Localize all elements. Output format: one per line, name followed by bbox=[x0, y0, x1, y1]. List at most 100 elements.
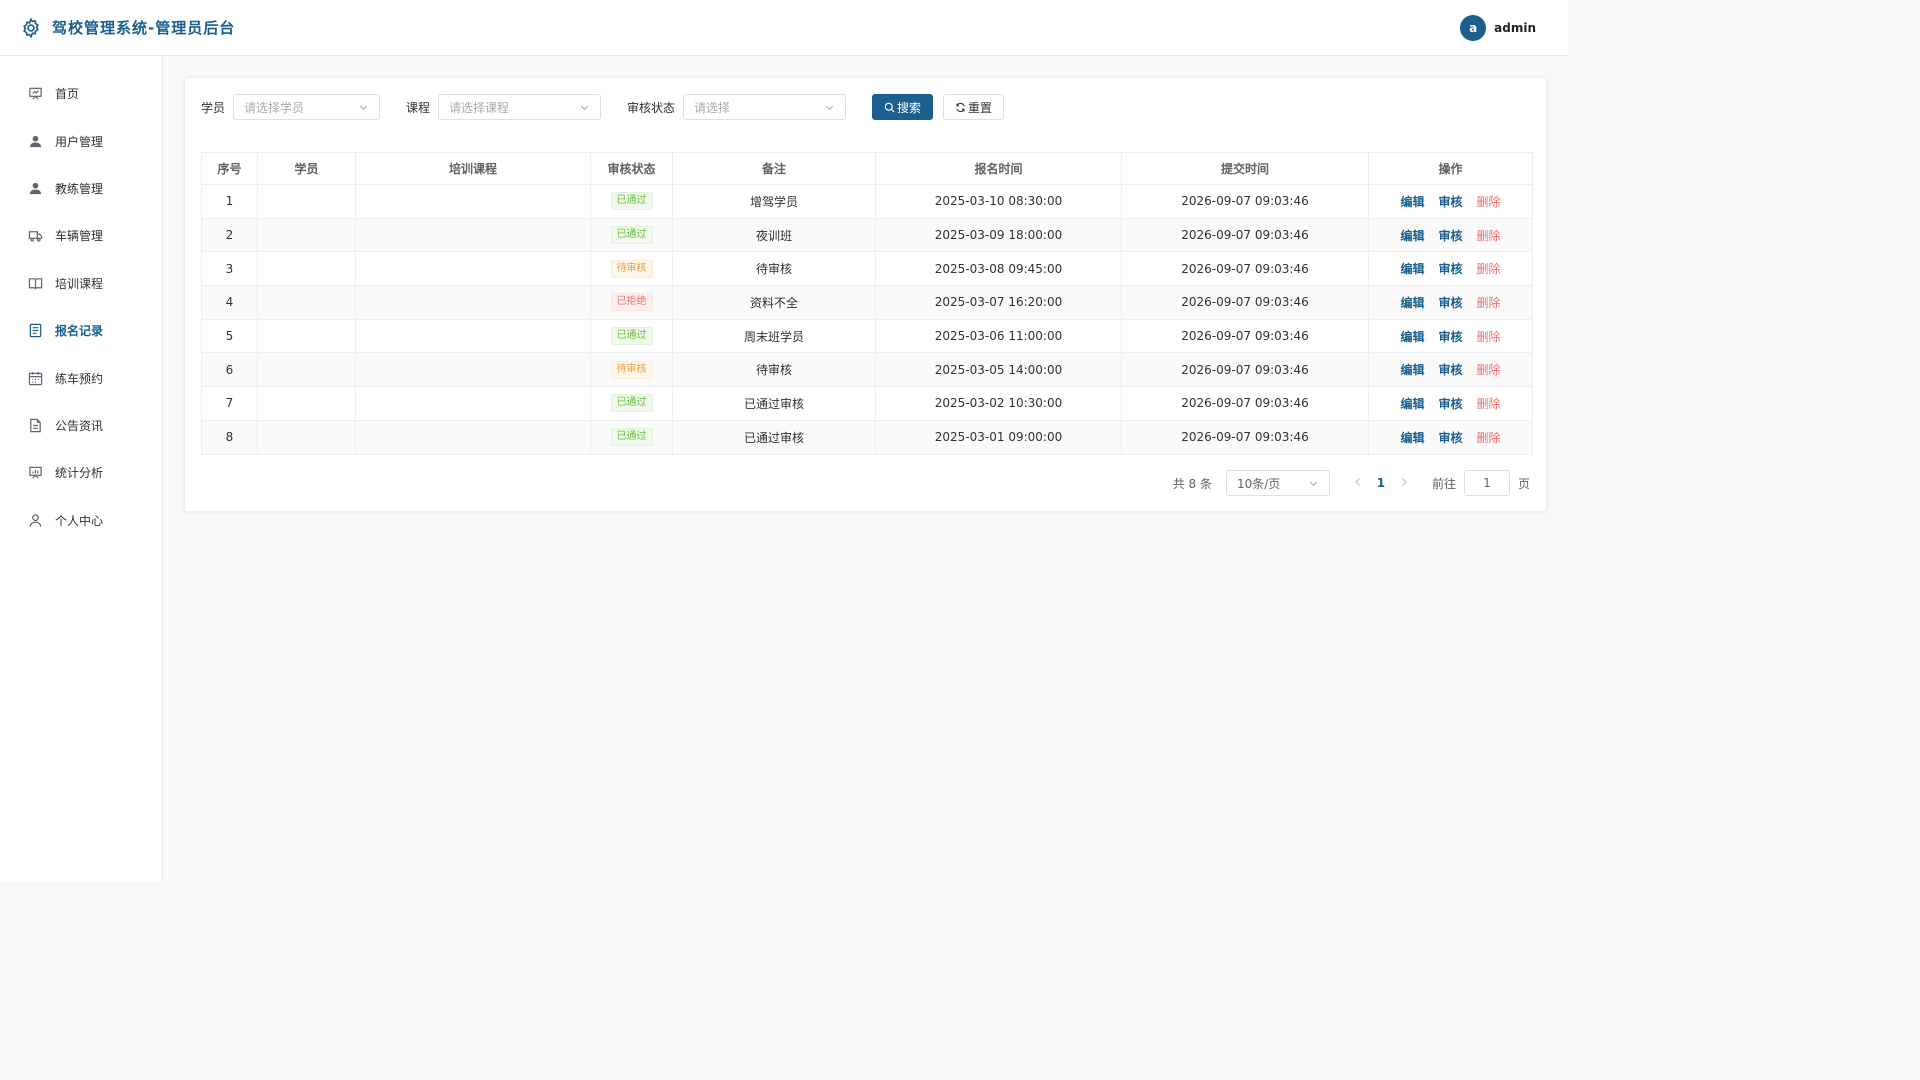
search-button[interactable]: 搜索 bbox=[872, 94, 934, 120]
edit-button[interactable]: 编辑 bbox=[1400, 328, 1424, 345]
edit-button[interactable]: 编辑 bbox=[1400, 361, 1424, 378]
username[interactable]: admin bbox=[1494, 21, 1536, 35]
audit-button[interactable]: 审核 bbox=[1438, 193, 1462, 210]
reset-button[interactable]: 重置 bbox=[943, 94, 1005, 120]
cell-remark: 已通过审核 bbox=[672, 386, 876, 421]
cell-actions: 编辑 审核 删除 bbox=[1368, 318, 1533, 354]
cell-student bbox=[257, 251, 356, 287]
cell-actions: 编辑 审核 删除 bbox=[1368, 217, 1533, 253]
cell-submit-time: 2026-09-07 09:03:46 bbox=[1121, 184, 1369, 219]
student-select[interactable]: 请选择学员 bbox=[233, 94, 381, 120]
status-select[interactable]: 请选择 bbox=[683, 94, 847, 120]
cell-signup-time: 2025-03-01 09:00:00 bbox=[875, 419, 1122, 455]
cell-no: 7 bbox=[201, 386, 258, 421]
cell-signup-time: 2025-03-06 11:00:00 bbox=[875, 318, 1122, 354]
cell-signup-time: 2025-03-08 09:45:00 bbox=[875, 251, 1122, 287]
sidebar-item-vehicles[interactable]: 车辆管理 bbox=[0, 212, 162, 259]
cell-course bbox=[355, 318, 591, 354]
cell-status: 已通过 bbox=[590, 386, 673, 421]
student-select-placeholder: 请选择学员 bbox=[244, 100, 305, 115]
sidebar-item-label: 首页 bbox=[55, 87, 80, 102]
notice-icon bbox=[30, 418, 41, 433]
truck-icon bbox=[28, 231, 43, 242]
gear-icon bbox=[23, 17, 39, 38]
user-menu[interactable]: a admin bbox=[1460, 14, 1536, 41]
sidebar-item-label: 个人中心 bbox=[55, 513, 104, 528]
course-select[interactable]: 请选择课程 bbox=[438, 94, 602, 120]
delete-button[interactable]: 删除 bbox=[1477, 429, 1501, 446]
chevron-down-icon bbox=[580, 105, 589, 110]
audit-button[interactable]: 审核 bbox=[1438, 260, 1462, 277]
delete-button[interactable]: 删除 bbox=[1477, 395, 1501, 412]
edit-button[interactable]: 编辑 bbox=[1400, 395, 1424, 412]
delete-button[interactable]: 删除 bbox=[1477, 328, 1501, 345]
audit-button[interactable]: 审核 bbox=[1438, 227, 1462, 244]
status-badge: 待审核 bbox=[610, 259, 653, 278]
course-select-placeholder: 请选择课程 bbox=[449, 100, 510, 115]
edit-button[interactable]: 编辑 bbox=[1400, 429, 1424, 446]
sidebar-item-home[interactable]: 首页 bbox=[0, 70, 162, 117]
table-header-row: 序号 学员 培训课程 审核状态 备注 报名时间 提交时间 操作 bbox=[201, 152, 1533, 185]
avatar[interactable]: a bbox=[1460, 14, 1487, 41]
delete-button[interactable]: 删除 bbox=[1477, 294, 1501, 311]
header-actions: 操作 bbox=[1368, 152, 1533, 185]
cell-course bbox=[355, 419, 591, 455]
sidebar-item-label: 公告资讯 bbox=[55, 418, 104, 433]
header-submit-time: 提交时间 bbox=[1121, 152, 1369, 185]
dashboard-icon bbox=[29, 87, 42, 100]
cell-submit-time: 2026-09-07 09:03:46 bbox=[1121, 251, 1369, 287]
sidebar-item-users[interactable]: 用户管理 bbox=[0, 117, 162, 164]
cell-no: 4 bbox=[201, 285, 258, 320]
cell-student bbox=[257, 419, 356, 455]
cell-student bbox=[257, 386, 356, 421]
cell-remark: 待审核 bbox=[672, 251, 876, 287]
cell-submit-time: 2026-09-07 09:03:46 bbox=[1121, 386, 1369, 421]
audit-button[interactable]: 审核 bbox=[1438, 395, 1462, 412]
audit-button[interactable]: 审核 bbox=[1438, 328, 1462, 345]
goto-page-input[interactable]: 1 bbox=[1463, 470, 1510, 496]
delete-button[interactable]: 删除 bbox=[1477, 193, 1501, 210]
app-title: 驾校管理系统-管理员后台 bbox=[52, 19, 236, 37]
status-badge: 待审核 bbox=[610, 360, 653, 379]
prev-page-button[interactable] bbox=[1348, 476, 1368, 490]
cell-status: 已拒绝 bbox=[590, 285, 673, 320]
next-page-button[interactable] bbox=[1394, 476, 1414, 490]
sidebar-item-notices[interactable]: 公告资讯 bbox=[0, 402, 162, 449]
table-row: 5 已通过 周末班学员 2025-03-06 11:00:00 2026-09-07 0… bbox=[201, 318, 1533, 354]
enrollment-table: 序号 学员 培训课程 审核状态 备注 报名时间 提交时间 操作 1 已通过 增驾学员… bbox=[201, 152, 1533, 455]
audit-button[interactable]: 审核 bbox=[1438, 361, 1462, 378]
edit-button[interactable]: 编辑 bbox=[1400, 294, 1424, 311]
sidebar-item-courses[interactable]: 培训课程 bbox=[0, 260, 162, 307]
cell-student bbox=[257, 285, 356, 320]
header-student: 学员 bbox=[257, 152, 356, 185]
sidebar-item-coaches[interactable]: 教练管理 bbox=[0, 165, 162, 212]
delete-button[interactable]: 删除 bbox=[1477, 361, 1501, 378]
sidebar-item-statistics[interactable]: 统计分析 bbox=[0, 449, 162, 496]
sidebar-item-booking[interactable]: 练车预约 bbox=[0, 354, 162, 401]
edit-button[interactable]: 编辑 bbox=[1400, 260, 1424, 277]
page-size-select[interactable]: 10条/页 bbox=[1225, 470, 1330, 496]
course-filter-label: 课程 bbox=[406, 100, 431, 115]
edit-button[interactable]: 编辑 bbox=[1400, 193, 1424, 210]
delete-button[interactable]: 删除 bbox=[1477, 260, 1501, 277]
audit-button[interactable]: 审核 bbox=[1438, 294, 1462, 311]
edit-button[interactable]: 编辑 bbox=[1400, 227, 1424, 244]
cell-submit-time: 2026-09-07 09:03:46 bbox=[1121, 419, 1369, 455]
table-body: 1 已通过 增驾学员 2025-03-10 08:30:00 2026-09-07 09… bbox=[201, 184, 1533, 455]
cell-no: 8 bbox=[201, 419, 258, 455]
main-card: 学员 请选择学员 课程 请选择课程 审核状态 请选择 搜索 重置 序号 学员 培… bbox=[184, 77, 1547, 512]
audit-button[interactable]: 审核 bbox=[1438, 429, 1462, 446]
cell-submit-time: 2026-09-07 09:03:46 bbox=[1121, 318, 1369, 354]
student-filter-label: 学员 bbox=[201, 100, 226, 115]
sidebar-item-enrollment[interactable]: 报名记录 bbox=[0, 307, 162, 354]
page-number-current[interactable]: 1 bbox=[1368, 476, 1394, 490]
status-filter-label: 审核状态 bbox=[627, 100, 676, 115]
filter-bar: 学员 请选择学员 课程 请选择课程 审核状态 请选择 搜索 重置 bbox=[201, 94, 1005, 120]
cell-remark: 资料不全 bbox=[672, 285, 876, 320]
sidebar-item-profile[interactable]: 个人中心 bbox=[0, 497, 162, 544]
chevron-right-icon bbox=[1402, 478, 1407, 486]
cell-student bbox=[257, 318, 356, 354]
cell-status: 待审核 bbox=[590, 352, 673, 388]
chevron-down-icon bbox=[825, 105, 834, 110]
delete-button[interactable]: 删除 bbox=[1477, 227, 1501, 244]
